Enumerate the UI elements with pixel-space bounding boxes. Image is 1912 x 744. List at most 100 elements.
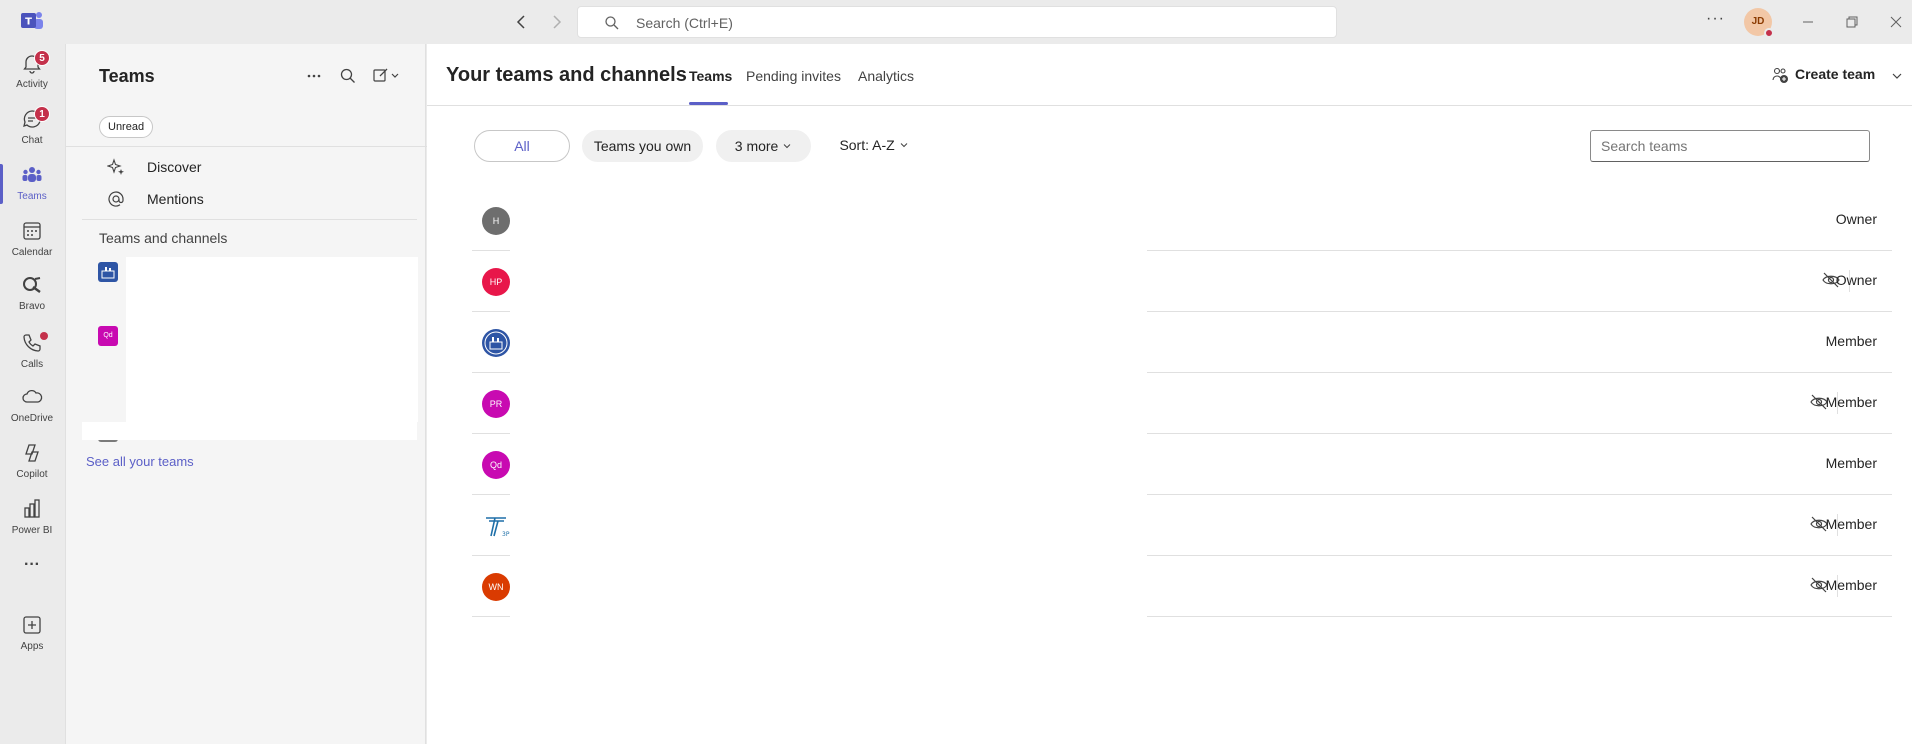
rail-label: Apps (20, 641, 44, 652)
filter-all[interactable]: All (474, 130, 570, 162)
team-role: Member (1825, 333, 1877, 349)
team-role: Owner (1835, 272, 1877, 288)
discover-label: Discover (147, 159, 202, 175)
compose-dropdown-icon[interactable] (372, 67, 404, 85)
global-search-bar[interactable]: Search (Ctrl+E) (577, 6, 1337, 38)
team-avatar-building-icon (482, 329, 510, 357)
team-role: Member (1825, 455, 1877, 471)
forward-arrow-icon[interactable] (546, 12, 566, 32)
rail-item-copilot[interactable]: Copilot (0, 436, 64, 488)
row-divider (1147, 616, 1892, 617)
filter-more[interactable]: 3 more (716, 130, 811, 162)
chevron-down-icon (900, 143, 907, 148)
tab-pending-invites[interactable]: Pending invites (746, 68, 841, 84)
cloud-icon (22, 389, 43, 403)
unread-filter-chip[interactable]: Unread (99, 116, 154, 138)
back-arrow-icon[interactable] (512, 12, 532, 32)
rail-label: Bravo (18, 301, 46, 312)
rail-label: Power BI (11, 525, 53, 536)
more-options-icon[interactable] (305, 67, 323, 85)
team-avatar: H (482, 207, 510, 235)
teams-channels-header: Teams and channels (99, 230, 228, 246)
main-content: Your teams and channels Teams Pending in… (427, 44, 1912, 744)
at-mention-icon (108, 191, 124, 207)
team-row[interactable]: PR Member (472, 373, 1892, 434)
search-icon[interactable] (339, 67, 357, 85)
teams-icon (22, 167, 42, 182)
create-team-label: Create team (1795, 66, 1876, 82)
search-placeholder: Search (Ctrl+E) (636, 15, 733, 31)
tab-analytics[interactable]: Analytics (858, 68, 914, 84)
chat-badge: 1 (34, 106, 50, 122)
app-rail: 5 Activity 1 Chat Teams Calendar Bravo C… (0, 44, 64, 744)
user-avatar[interactable]: JD (1744, 8, 1774, 38)
power-bi-icon (24, 499, 40, 518)
rail-item-teams[interactable]: Teams (0, 158, 64, 210)
team-avatar: WN (482, 573, 510, 601)
team-icon-qd[interactable]: Qd (98, 326, 118, 346)
rail-item-powerbi[interactable]: Power BI (0, 492, 64, 544)
tab-teams[interactable]: Teams (689, 68, 732, 84)
team-row[interactable]: Member (472, 312, 1892, 373)
search-teams-input[interactable] (1590, 130, 1870, 162)
sort-dropdown[interactable]: Sort: A-Z (829, 130, 919, 162)
rail-item-calls[interactable]: Calls (0, 326, 64, 378)
rail-item-bravo[interactable]: Bravo (0, 268, 64, 320)
see-all-container (82, 422, 417, 440)
team-avatar: HP (482, 268, 510, 296)
filter-more-label: 3 more (734, 138, 779, 154)
svg-text:T: T (25, 17, 32, 28)
rail-item-onedrive[interactable]: OneDrive (0, 380, 64, 432)
rail-label: Copilot (16, 469, 48, 480)
minimize-icon[interactable] (1798, 12, 1818, 32)
team-row[interactable]: HP Owner (472, 251, 1892, 312)
copilot-icon (25, 444, 39, 462)
settings-more-icon[interactable]: ··· (1706, 10, 1725, 28)
rail-label: Teams (17, 191, 47, 202)
team-role: Member (1825, 394, 1877, 410)
sparkle-icon (107, 158, 124, 175)
restore-icon[interactable] (1842, 12, 1862, 32)
row-divider (472, 616, 510, 617)
add-apps-icon (23, 616, 41, 634)
team-list-placeholder (126, 257, 418, 422)
divider (82, 219, 417, 220)
search-icon (605, 16, 619, 30)
team-role: Member (1825, 516, 1877, 532)
create-team-button[interactable]: Create team (1771, 66, 1875, 84)
more-icon: ··· (24, 556, 40, 573)
team-row[interactable]: WN Member (472, 556, 1892, 617)
team-row[interactable]: 3P Member (472, 495, 1892, 556)
svg-text:3P: 3P (502, 531, 510, 538)
title-bar: T Search (Ctrl+E) ··· JD (0, 0, 1912, 44)
filter-teams-you-own[interactable]: Teams you own (582, 130, 703, 162)
divider (66, 146, 427, 147)
rail-item-calendar[interactable]: Calendar (0, 214, 64, 266)
activity-badge: 5 (34, 50, 50, 66)
team-row[interactable]: Qd Member (472, 434, 1892, 495)
main-header: Your teams and channels Teams Pending in… (427, 44, 1912, 106)
team-role: Owner (1835, 211, 1877, 227)
see-all-teams-link[interactable]: See all your teams (86, 454, 194, 469)
rail-more-apps[interactable]: ··· (0, 554, 64, 586)
rail-label: Chat (21, 135, 43, 146)
rail-label: Calls (20, 359, 44, 370)
calls-notification-dot (40, 332, 48, 340)
bravo-icon (23, 277, 41, 293)
user-initials: JD (1751, 16, 1765, 27)
teams-panel: Teams Unread Discover Mentions Teams and… (65, 44, 427, 744)
rail-item-activity[interactable]: 5 Activity (0, 46, 64, 98)
teams-logo-icon[interactable]: T (20, 10, 44, 32)
create-team-icon (1772, 68, 1788, 84)
chevron-down-icon[interactable] (1891, 70, 1903, 82)
team-row[interactable]: H Owner (472, 190, 1892, 251)
close-icon[interactable] (1886, 12, 1906, 32)
page-title: Your teams and channels (446, 64, 687, 86)
team-icon-building[interactable] (98, 262, 118, 282)
calendar-icon (23, 222, 41, 240)
rail-label: OneDrive (10, 413, 54, 424)
rail-label: Activity (16, 79, 48, 90)
rail-item-chat[interactable]: 1 Chat (0, 102, 64, 154)
rail-item-apps[interactable]: Apps (0, 608, 64, 660)
mentions-label: Mentions (147, 191, 204, 207)
